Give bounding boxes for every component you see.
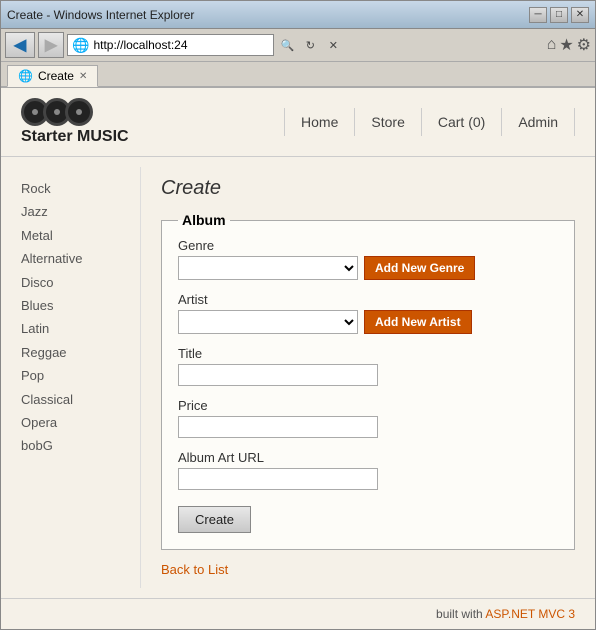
sidebar-opera[interactable]: Opera [21, 411, 120, 434]
logo-discs [21, 98, 129, 126]
add-artist-button[interactable]: Add New Artist [364, 310, 472, 334]
forward-button[interactable]: ▶ [38, 32, 64, 58]
artist-row: Add New Artist [178, 310, 558, 334]
sidebar-bobg[interactable]: bobG [21, 434, 120, 457]
browser-window: Create - Windows Internet Explorer ─ □ ✕… [0, 0, 596, 630]
title-input[interactable] [178, 364, 378, 386]
page-area: Starter MUSIC Home Store Cart (0) Admin … [1, 88, 595, 629]
sidebar-jazz[interactable]: Jazz [21, 200, 120, 223]
sidebar-reggae[interactable]: Reggae [21, 341, 120, 364]
footer-highlight: ASP.NET MVC 3 [485, 607, 575, 621]
ie-icon: 🌐 [72, 37, 89, 54]
minimize-button[interactable]: ─ [529, 7, 547, 23]
back-button[interactable]: ◀ [5, 32, 35, 58]
tab-close-button[interactable]: ✕ [79, 71, 87, 82]
genre-row: Add New Genre [178, 256, 558, 280]
price-group: Price [178, 398, 558, 438]
fieldset-legend: Album [178, 212, 230, 228]
nav-admin[interactable]: Admin [501, 108, 575, 136]
album-art-label: Album Art URL [178, 450, 558, 465]
page-title: Create [161, 177, 575, 200]
genre-select[interactable] [178, 256, 358, 280]
tab-bar: 🌐 Create ✕ [1, 62, 595, 88]
sidebar-rock[interactable]: Rock [21, 177, 120, 200]
site-title: Starter MUSIC [21, 128, 129, 146]
sidebar-metal[interactable]: Metal [21, 224, 120, 247]
home-icon[interactable]: ⌂ [547, 36, 557, 54]
nav-store[interactable]: Store [354, 108, 420, 136]
sidebar-classical[interactable]: Classical [21, 388, 120, 411]
main-content: Rock Jazz Metal Alternative Disco Blues … [1, 157, 595, 598]
site-footer: built with ASP.NET MVC 3 [1, 598, 595, 629]
genre-group: Genre Add New Genre [178, 238, 558, 280]
nav-row: ◀ ▶ 🌐 🔍 ↻ ✕ ⌂ ★ ⚙ [1, 29, 595, 62]
create-button[interactable]: Create [178, 506, 251, 533]
album-fieldset: Album Genre Add New Genre Artist [161, 212, 575, 550]
genre-label: Genre [178, 238, 558, 253]
footer-text: built with [436, 607, 485, 621]
artist-group: Artist Add New Artist [178, 292, 558, 334]
album-art-group: Album Art URL [178, 450, 558, 490]
settings-icon[interactable]: ⚙ [577, 35, 591, 55]
price-label: Price [178, 398, 558, 413]
favorites-icon[interactable]: ★ [559, 35, 573, 55]
stop-button[interactable]: ✕ [323, 34, 343, 56]
active-tab[interactable]: 🌐 Create ✕ [7, 65, 98, 87]
window-title: Create - Windows Internet Explorer [7, 8, 194, 22]
window-controls: ─ □ ✕ [529, 7, 589, 23]
restore-button[interactable]: □ [550, 7, 568, 23]
album-art-input[interactable] [178, 468, 378, 490]
address-bar[interactable]: 🌐 [67, 34, 274, 56]
nav-cart[interactable]: Cart (0) [421, 108, 501, 136]
sidebar-disco[interactable]: Disco [21, 271, 120, 294]
site-nav: Home Store Cart (0) Admin [284, 108, 575, 136]
search-button[interactable]: 🔍 [277, 34, 297, 56]
tab-icon: 🌐 [18, 69, 33, 83]
artist-select[interactable] [178, 310, 358, 334]
add-genre-button[interactable]: Add New Genre [364, 256, 475, 280]
sidebar-alternative[interactable]: Alternative [21, 247, 120, 270]
close-button[interactable]: ✕ [571, 7, 589, 23]
back-to-list-link[interactable]: Back to List [161, 562, 228, 577]
title-group: Title [178, 346, 558, 386]
title-bar: Create - Windows Internet Explorer ─ □ ✕ [1, 1, 595, 29]
logo-area: Starter MUSIC [21, 98, 129, 146]
sidebar: Rock Jazz Metal Alternative Disco Blues … [1, 167, 141, 588]
disc-3 [65, 98, 93, 126]
sidebar-blues[interactable]: Blues [21, 294, 120, 317]
title-label: Title [178, 346, 558, 361]
content-area: Create Album Genre Add New Genre [141, 167, 595, 588]
price-input[interactable] [178, 416, 378, 438]
tab-label: Create [38, 69, 74, 83]
address-input[interactable] [93, 38, 269, 52]
refresh-button[interactable]: ↻ [300, 34, 320, 56]
nav-home[interactable]: Home [284, 108, 354, 136]
sidebar-pop[interactable]: Pop [21, 364, 120, 387]
artist-label: Artist [178, 292, 558, 307]
sidebar-latin[interactable]: Latin [21, 317, 120, 340]
site-header: Starter MUSIC Home Store Cart (0) Admin [1, 88, 595, 157]
